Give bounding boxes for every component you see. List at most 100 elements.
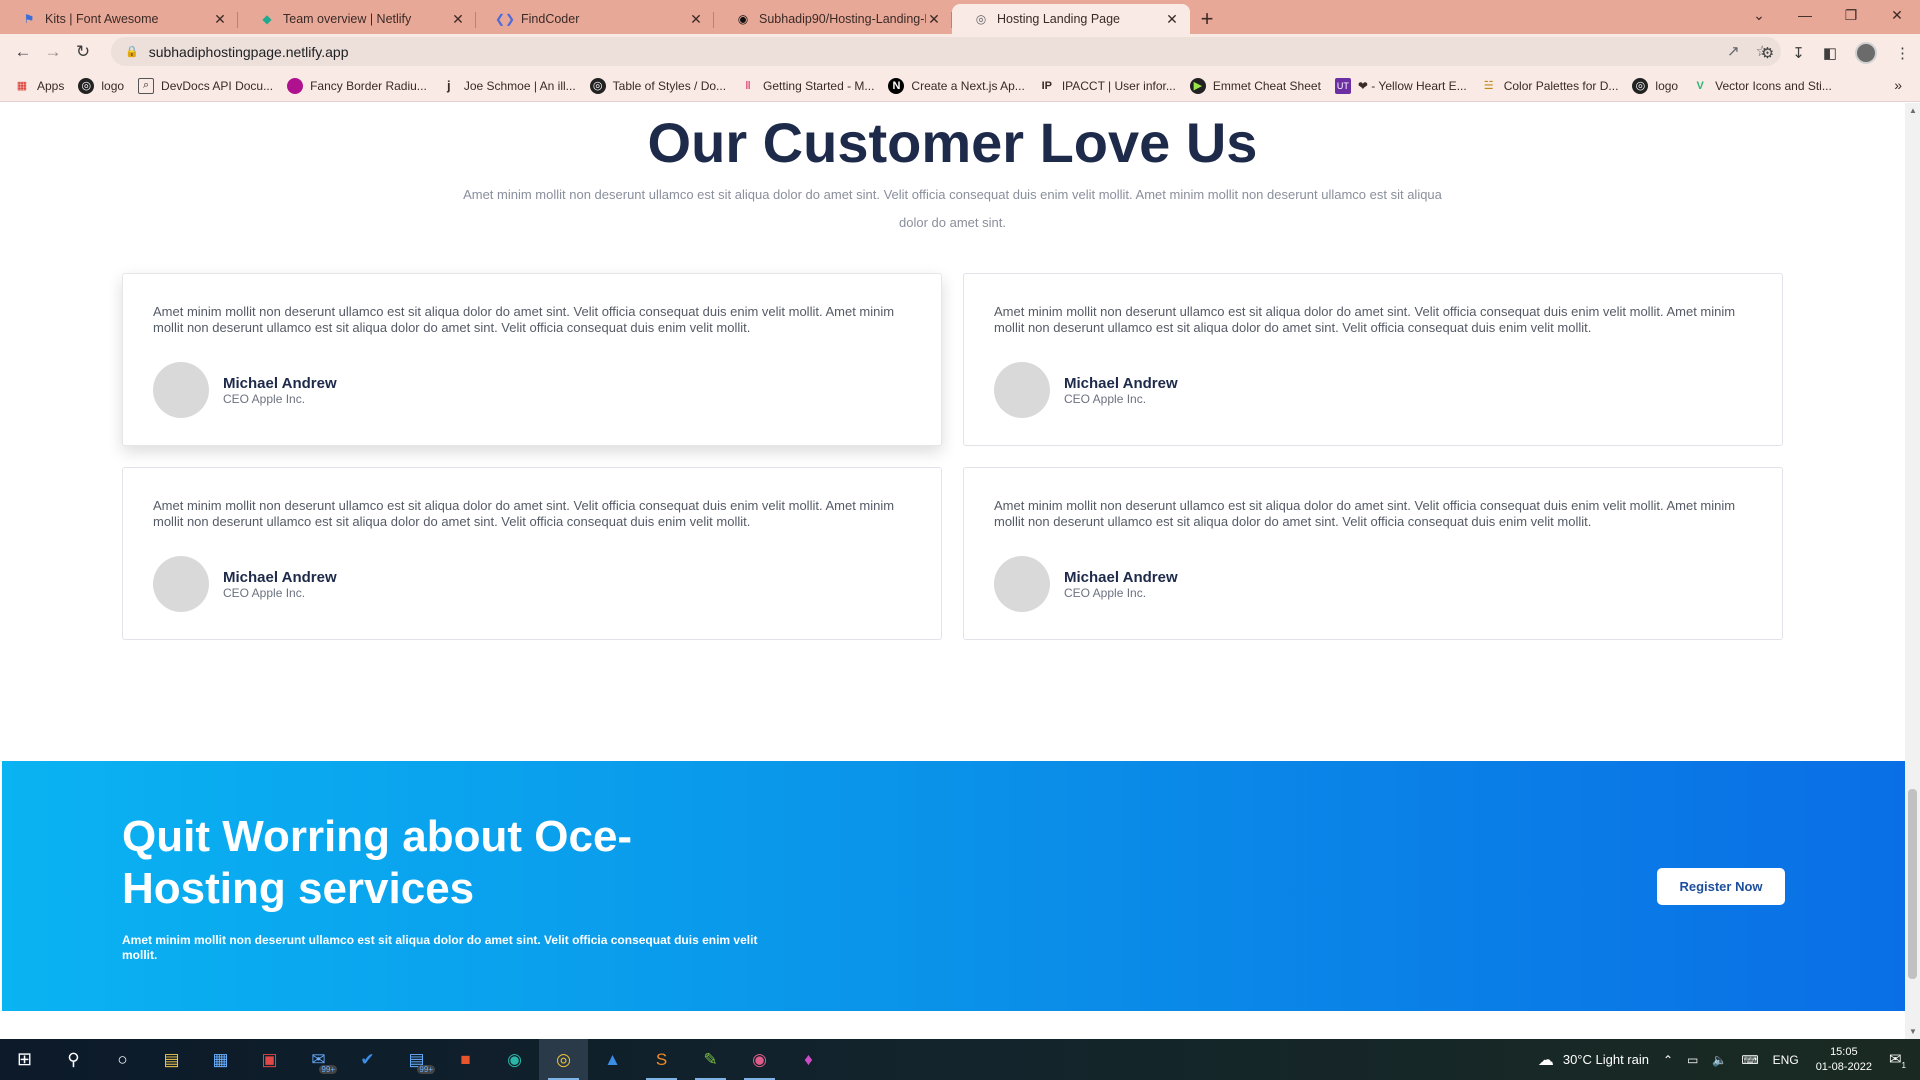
new-tab-button[interactable]: +	[1190, 4, 1224, 34]
photos-icon[interactable]: ▲	[588, 1039, 637, 1080]
close-icon[interactable]: ✕	[450, 11, 466, 28]
tab-font-awesome[interactable]: ⚑ Kits | Font Awesome ✕	[0, 4, 238, 34]
close-icon[interactable]: ✕	[688, 11, 704, 28]
bookmark-label: Fancy Border Radiu...	[310, 78, 427, 93]
bookmark-emmet[interactable]: ▶ Emmet Cheat Sheet	[1189, 77, 1321, 94]
testimonial-card[interactable]: Amet minim mollit non deserunt ullamco e…	[963, 273, 1783, 446]
battery-icon[interactable]: ▭	[1687, 1053, 1698, 1067]
vector-icon: V	[1696, 79, 1704, 92]
testimonial-card[interactable]: Amet minim mollit non deserunt ullamco e…	[122, 273, 942, 446]
notification-icon[interactable]: ✉1	[1889, 1050, 1906, 1070]
side-panel-icon[interactable]: ◧	[1823, 44, 1837, 62]
volume-icon[interactable]: 🔈	[1712, 1053, 1727, 1067]
page-scrollbar[interactable]: ▲ ▼	[1905, 103, 1920, 1039]
bookmark-color-palettes[interactable]: ☱ Color Palettes for D...	[1481, 78, 1619, 94]
forward-icon[interactable]: →	[38, 42, 68, 62]
close-icon[interactable]: ✕	[926, 11, 942, 28]
edge-icon[interactable]: ◉	[490, 1039, 539, 1080]
testimonial-quote: Amet minim mollit non deserunt ullamco e…	[994, 304, 1736, 335]
scroll-down-icon[interactable]: ▼	[1909, 1027, 1917, 1036]
author-name: Michael Andrew	[223, 568, 337, 586]
emmet-icon: ▶	[1189, 77, 1206, 94]
language-indicator[interactable]: ENG	[1773, 1053, 1799, 1067]
scroll-up-icon[interactable]: ▲	[1909, 106, 1917, 115]
bookmark-logo[interactable]: ◎ logo	[78, 77, 125, 94]
weather-cloud-icon[interactable]: ☁	[1538, 1050, 1554, 1070]
share-icon[interactable]: ↗	[1727, 42, 1740, 60]
nextjs-icon: N	[888, 77, 905, 94]
todo-icon[interactable]: ✔	[343, 1039, 392, 1080]
avatar	[994, 362, 1050, 418]
menu-icon[interactable]: ⋮	[1895, 44, 1910, 62]
testimonial-quote: Amet minim mollit non deserunt ullamco e…	[994, 498, 1736, 529]
testimonial-card[interactable]: Amet minim mollit non deserunt ullamco e…	[122, 467, 942, 640]
gift-icon[interactable]: ▣	[245, 1039, 294, 1080]
date-text: 01-08-2022	[1815, 1060, 1872, 1073]
tab-github[interactable]: ◉ Subhadip90/Hosting-Landing-Pa ✕	[714, 4, 952, 34]
tab-title: Hosting Landing Page	[997, 12, 1121, 26]
keyboard-icon[interactable]: ⌨	[1741, 1053, 1758, 1067]
drop-icon[interactable]: ♦	[784, 1039, 833, 1080]
tab-search-icon[interactable]: ⌄	[1736, 7, 1782, 24]
bookmark-getting-started[interactable]: ‖ Getting Started - M...	[740, 78, 874, 94]
testimonial-author: Michael Andrew CEO Apple Inc.	[994, 556, 1178, 612]
testimonial-quote: Amet minim mollit non deserunt ullamco e…	[153, 304, 895, 335]
lock-icon[interactable]: 🔒	[125, 45, 139, 58]
windows-start-icon[interactable]: ⊞	[0, 1039, 49, 1080]
profile-avatar[interactable]	[1855, 42, 1877, 64]
avatar	[153, 556, 209, 612]
chevron-up-icon[interactable]: ⌃	[1663, 1053, 1673, 1067]
tab-netlify[interactable]: ◆ Team overview | Netlify ✕	[238, 4, 476, 34]
weather-text[interactable]: 30°C Light rain	[1563, 1052, 1649, 1067]
file-explorer-icon[interactable]: ▤	[147, 1039, 196, 1080]
reload-icon[interactable]: ↻	[68, 42, 98, 62]
scrollbar-thumb[interactable]	[1908, 789, 1917, 979]
tab-hosting-landing-page[interactable]: ◎ Hosting Landing Page ✕	[952, 4, 1190, 34]
close-icon[interactable]: ✕	[1164, 11, 1180, 28]
search-icon[interactable]: ⚲	[49, 1039, 98, 1080]
bookmarks-bar: ▦ Apps ◎ logo ⌕ DevDocs API Docu... Fancy B…	[0, 70, 1920, 102]
page-viewport: Our Customer Love Us Amet minim mollit n…	[0, 103, 1905, 1039]
cortana-icon[interactable]: ○	[98, 1039, 147, 1080]
testimonial-card[interactable]: Amet minim mollit non deserunt ullamco e…	[963, 467, 1783, 640]
download-icon[interactable]: ↧	[1792, 44, 1805, 62]
more-bookmarks-icon[interactable]: »	[1894, 77, 1902, 93]
section-heading: Our Customer Love Us	[647, 111, 1258, 174]
bookmark-logo-2[interactable]: ◎ logo	[1632, 77, 1678, 94]
bookmark-fancy-border[interactable]: Fancy Border Radiu...	[287, 77, 427, 94]
paint-icon[interactable]: ◉	[735, 1039, 784, 1080]
findcoder-icon: ❮❯	[494, 12, 516, 26]
bookmark-joe-schmoe[interactable]: j Joe Schmoe | An ill...	[441, 78, 576, 94]
editor-icon[interactable]: ✎	[686, 1039, 735, 1080]
minimize-icon[interactable]: —	[1782, 7, 1828, 23]
restore-icon[interactable]: ❐	[1828, 7, 1874, 24]
bookmark-label: Joe Schmoe | An ill...	[463, 78, 576, 93]
close-icon[interactable]: ✕	[212, 11, 228, 28]
extensions-icon[interactable]: ⚙	[1761, 44, 1774, 62]
globe-icon: ◎	[1632, 77, 1649, 94]
globe-icon: ◎	[975, 12, 987, 26]
bookmark-nextjs[interactable]: N Create a Next.js Ap...	[888, 77, 1025, 94]
register-now-button[interactable]: Register Now	[1657, 868, 1785, 905]
bookmark-apps[interactable]: ▦ Apps	[14, 78, 65, 94]
office-icon[interactable]: ■	[441, 1039, 490, 1080]
close-window-icon[interactable]: ✕	[1874, 7, 1920, 24]
back-icon[interactable]: ←	[8, 42, 38, 62]
chrome-icon[interactable]: ◎	[539, 1039, 588, 1080]
mail-icon[interactable]: ✉ 99+	[294, 1039, 343, 1080]
sublime-icon[interactable]: S	[637, 1039, 686, 1080]
bookmark-yellow-heart[interactable]: UT ❤ - Yellow Heart E...	[1334, 77, 1467, 94]
clock[interactable]: 15:05 01-08-2022	[1816, 1045, 1872, 1075]
bookmark-devdocs[interactable]: ⌕ DevDocs API Docu...	[138, 77, 273, 94]
devdocs-icon: ⌕	[138, 77, 155, 94]
calendar-icon[interactable]: ▤ 99+	[392, 1039, 441, 1080]
bookmark-ipacct[interactable]: IP IPACCT | User infor...	[1039, 78, 1176, 94]
store-icon[interactable]: ▦	[196, 1039, 245, 1080]
address-bar[interactable]: 🔒 subhadiphostingpage.netlify.app ↗ ☆	[111, 37, 1781, 66]
j-icon: j	[447, 78, 451, 93]
tab-findcoder[interactable]: ❮❯ FindCoder ✕	[476, 4, 714, 34]
bookmark-label: logo	[101, 78, 125, 93]
bookmark-table-styles[interactable]: ◎ Table of Styles / Do...	[589, 77, 726, 94]
testimonial-author: Michael Andrew CEO Apple Inc.	[994, 362, 1178, 418]
bookmark-vector-icons[interactable]: V Vector Icons and Sti...	[1692, 78, 1831, 94]
